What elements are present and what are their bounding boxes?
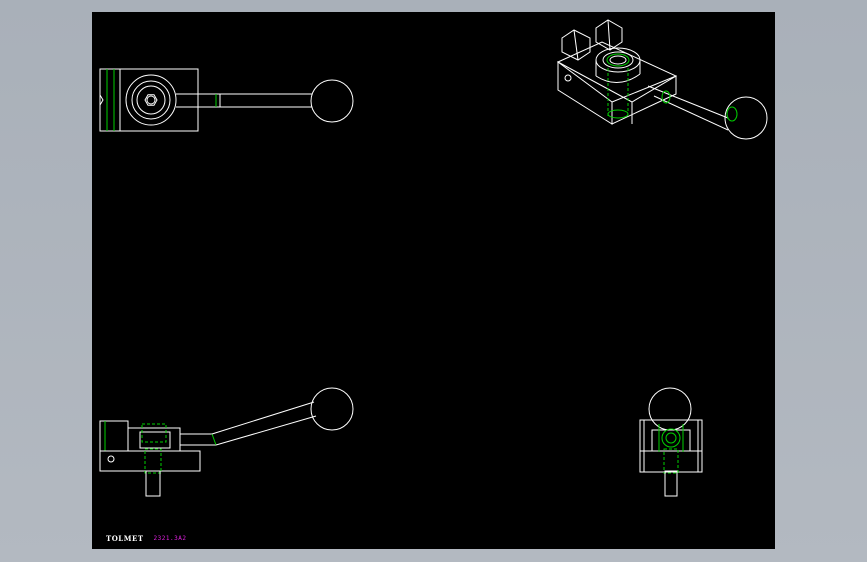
front-view-knob bbox=[310, 387, 354, 431]
cad-drawing bbox=[99, 19, 768, 497]
drawing-code: 2321.3A2 bbox=[153, 535, 187, 542]
iso-knob bbox=[724, 96, 768, 140]
front-view-pin bbox=[145, 470, 161, 497]
drawing-canvas[interactable]: TOLMET 2321.3A2 bbox=[92, 12, 775, 549]
side-view bbox=[639, 387, 703, 497]
front-view bbox=[99, 387, 354, 497]
top-view-body bbox=[99, 68, 199, 132]
front-view-handle bbox=[211, 401, 315, 435]
front-view-base bbox=[99, 450, 201, 472]
side-view-pin bbox=[664, 470, 678, 497]
top-view-collar-outer bbox=[125, 74, 177, 126]
isometric-view bbox=[556, 19, 768, 140]
side-view-knob bbox=[648, 387, 692, 431]
top-view bbox=[99, 68, 354, 132]
side-view-body bbox=[639, 419, 703, 473]
brand-logo: TOLMET bbox=[106, 534, 144, 543]
front-view-jaw bbox=[99, 420, 129, 452]
top-view-knob bbox=[310, 79, 354, 123]
title-block: TOLMET 2321.3A2 bbox=[106, 534, 186, 543]
